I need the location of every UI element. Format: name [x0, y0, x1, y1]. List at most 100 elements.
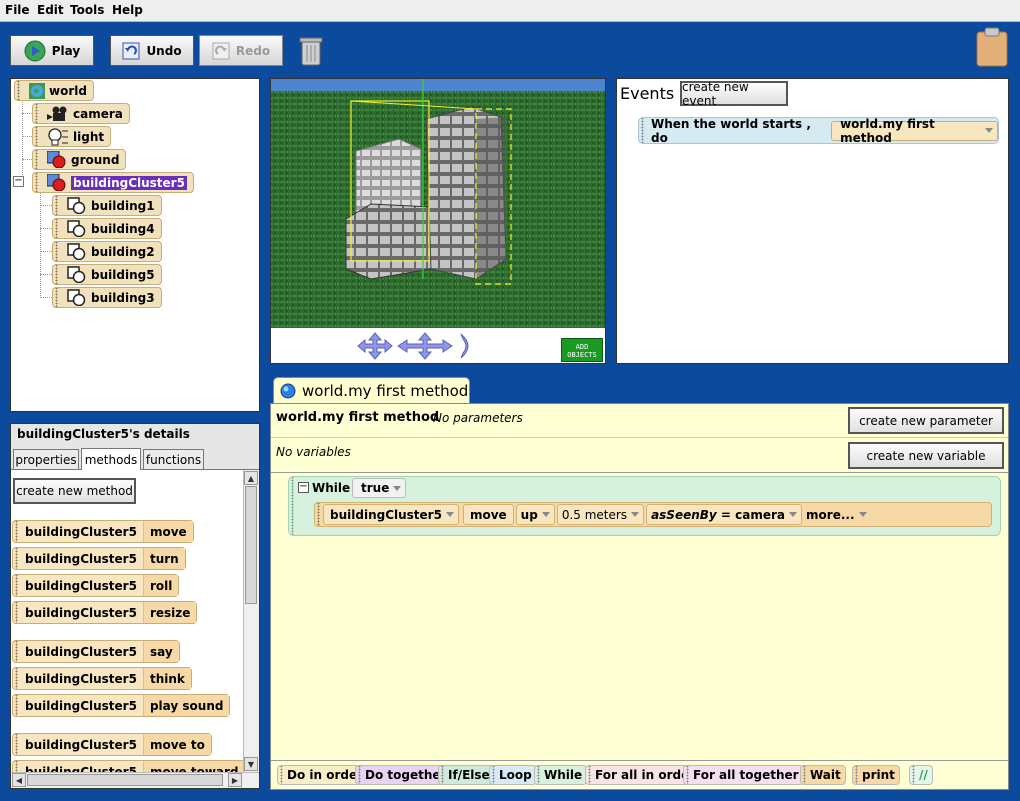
editor-tab-label: world.my first method [302, 382, 469, 400]
palette-while[interactable]: While [534, 765, 588, 785]
method-roll[interactable]: buildingCluster5 roll [12, 574, 180, 597]
undo-icon [122, 42, 140, 59]
part-icon [67, 243, 86, 260]
redo-label: Redo [235, 43, 271, 58]
while-keyword: While [312, 481, 351, 495]
play-button[interactable]: Play [10, 35, 94, 66]
redo-icon [212, 42, 230, 59]
stmt-object-dropdown[interactable]: buildingCluster5 [323, 504, 459, 525]
part-icon [67, 220, 86, 237]
dropdown-arrow-icon [445, 512, 454, 517]
scroll-right-icon[interactable]: ▶ [228, 773, 242, 787]
globe-play-icon [24, 40, 46, 61]
dropdown-arrow-icon [393, 485, 402, 491]
method-params: No parameters [433, 411, 523, 425]
create-variable-button[interactable]: create new variable [848, 442, 1004, 469]
tree-item-world[interactable]: world [14, 80, 94, 101]
add-objects-button[interactable]: ADD OBJECTS [561, 338, 603, 362]
part-icon [67, 289, 86, 306]
palette-do-together[interactable]: Do together [355, 765, 452, 785]
event-method-dropdown[interactable]: world.my first method [831, 117, 998, 145]
menu-file[interactable]: File [5, 3, 30, 17]
globe-icon [280, 383, 296, 399]
palette-if-else[interactable]: If/Else [438, 765, 495, 785]
tree-item-buildingcluster5[interactable]: buildingCluster5 [32, 172, 194, 193]
method-resize[interactable]: buildingCluster5 resize [12, 601, 198, 624]
event-method-label: world.my first method [840, 116, 935, 145]
menu-edit[interactable]: Edit [37, 3, 64, 17]
tree-item-building2[interactable]: building2 [52, 241, 162, 262]
palette-for-all-together[interactable]: For all together [683, 765, 804, 785]
tab-methods[interactable]: methods [81, 448, 141, 470]
undo-label: Undo [146, 43, 182, 58]
stmt-more-dropdown[interactable]: more... [806, 508, 867, 522]
dropdown-arrow-icon [789, 512, 798, 517]
tree-item-building4[interactable]: building4 [52, 218, 162, 239]
tree-item-ground[interactable]: ground [32, 149, 127, 170]
trash-icon[interactable] [298, 35, 324, 67]
stmt-asseenby-dropdown[interactable]: asSeenBy = camera [646, 504, 803, 525]
redo-button[interactable]: Redo [199, 35, 283, 66]
clipboard-icon[interactable] [975, 27, 1009, 67]
menu-tools[interactable]: Tools [70, 3, 104, 17]
editor-tab[interactable]: world.my first method [273, 377, 470, 404]
method-move-toward[interactable]: buildingCluster5 move toward [12, 760, 243, 772]
palette-comment[interactable]: // [909, 765, 933, 785]
move-statement[interactable]: buildingCluster5 move up 0.5 meters asSe… [314, 502, 992, 527]
collapse-toggle[interactable]: − [13, 176, 24, 187]
method-play-sound[interactable]: buildingCluster5 play sound [12, 694, 231, 717]
scroll-up-icon[interactable]: ▲ [244, 471, 258, 485]
part-icon [67, 266, 86, 283]
camera-icon [47, 106, 67, 121]
lightbulb-icon [48, 127, 68, 145]
collapse-while-toggle[interactable]: − [298, 482, 309, 493]
globe-icon [29, 82, 45, 99]
tree-item-building1[interactable]: building1 [52, 195, 162, 216]
method-turn[interactable]: buildingCluster5 turn [12, 547, 186, 570]
while-condition-label: true [361, 481, 390, 495]
vertical-scroll-thumb[interactable] [245, 486, 257, 604]
create-parameter-button[interactable]: create new parameter [848, 407, 1004, 434]
tree-item-building3[interactable]: building3 [52, 287, 162, 308]
method-name: world.my first method [276, 410, 440, 425]
horizontal-scroll-thumb[interactable] [27, 774, 223, 786]
object-ball-icon [47, 174, 66, 191]
event-world-starts[interactable]: When the world starts , do world.my firs… [638, 116, 999, 145]
dropdown-arrow-icon [858, 512, 867, 517]
event-when-label: When the world starts , do [651, 116, 811, 145]
tree-item-light[interactable]: light [32, 126, 112, 147]
menu-help[interactable]: Help [112, 3, 143, 17]
details-title: buildingCluster5's details [17, 427, 190, 441]
palette-print[interactable]: print [852, 765, 900, 785]
dropdown-arrow-icon [541, 512, 550, 517]
scroll-down-icon[interactable]: ▼ [244, 757, 258, 771]
tab-functions[interactable]: functions [143, 449, 204, 469]
method-say[interactable]: buildingCluster5 say [12, 640, 180, 663]
tab-properties[interactable]: properties [13, 449, 79, 469]
create-event-button[interactable]: create new event [680, 80, 788, 108]
add-objects-label-2: OBJECTS [567, 351, 597, 359]
stmt-direction-dropdown[interactable]: up [515, 504, 555, 525]
method-vars: No variables [276, 445, 351, 459]
while-condition-dropdown[interactable]: true [352, 478, 407, 498]
menu-bar: File Edit Tools Help [0, 0, 1020, 22]
tree-item-building5[interactable]: building5 [52, 264, 162, 285]
dropdown-arrow-icon [985, 128, 993, 133]
scene-view[interactable] [271, 79, 605, 328]
palette-loop[interactable]: Loop [489, 765, 537, 785]
dropdown-arrow-icon [631, 512, 640, 517]
create-method-button[interactable]: create new method [13, 478, 136, 504]
play-label: Play [51, 43, 81, 58]
add-objects-label-1: ADD [575, 343, 589, 351]
undo-button[interactable]: Undo [110, 35, 194, 66]
part-icon [67, 197, 86, 214]
method-move-to[interactable]: buildingCluster5 move to [12, 733, 212, 756]
palette-wait[interactable]: Wait [800, 765, 846, 785]
object-ball-icon [47, 151, 66, 168]
tree-item-camera[interactable]: camera [32, 103, 130, 124]
stmt-amount-dropdown[interactable]: 0.5 meters [556, 504, 645, 525]
camera-controls[interactable] [355, 331, 480, 361]
scroll-left-icon[interactable]: ◀ [12, 773, 26, 787]
method-think[interactable]: buildingCluster5 think [12, 667, 192, 690]
method-move[interactable]: buildingCluster5 move [12, 520, 194, 543]
